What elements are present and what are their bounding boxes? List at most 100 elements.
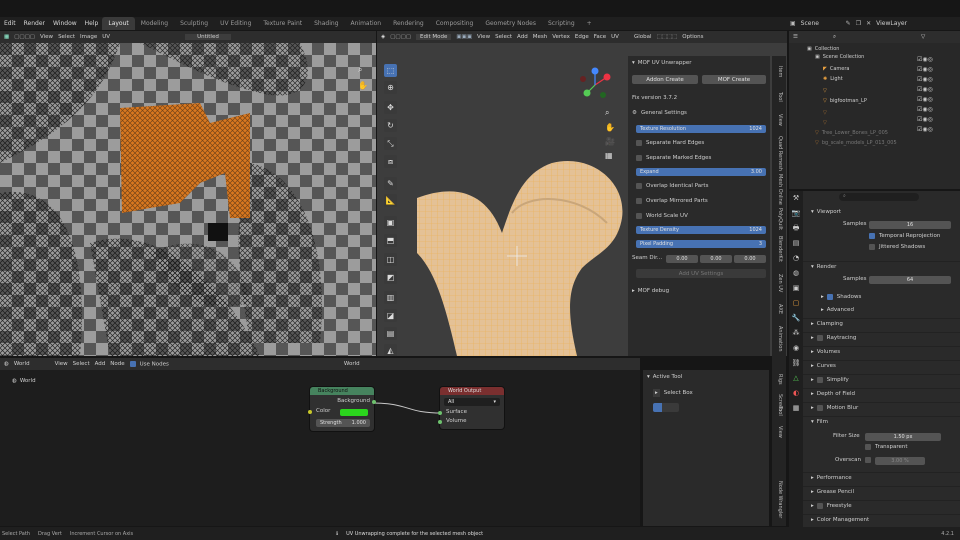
tab-layout[interactable]: Layout: [102, 17, 135, 30]
tab-quad-remesh[interactable]: Quad Remesh: [777, 136, 783, 171]
color-swatch[interactable]: [340, 409, 368, 416]
texture-density-field[interactable]: Texture Density 1024: [636, 226, 766, 234]
seam-y-field[interactable]: 0.00: [700, 255, 732, 263]
viewport-menu-add[interactable]: Add: [517, 34, 528, 40]
tab-blenderkit[interactable]: BlenderKit: [777, 236, 783, 262]
tab-tool[interactable]: Tool: [777, 92, 783, 102]
constraints-tab-icon[interactable]: ⛓: [789, 356, 803, 371]
viewport-menu-face[interactable]: Face: [594, 34, 606, 40]
seam-z-field[interactable]: 0.00: [734, 255, 766, 263]
texture-tab-icon[interactable]: ▦: [789, 401, 803, 416]
filter-size-field[interactable]: 1.50 px: [865, 433, 941, 441]
tab-sculpting[interactable]: Sculpting: [174, 17, 214, 30]
outliner-search-icon[interactable]: ⌕: [833, 34, 836, 41]
measure-tool[interactable]: 📐: [384, 194, 397, 207]
options-dropdown[interactable]: Options: [682, 34, 703, 40]
modifier-tab-icon[interactable]: 🔧: [789, 311, 803, 326]
mof-panel-header[interactable]: ▾ MOF UV Unwrapper: [632, 60, 692, 66]
tab-item[interactable]: Item: [777, 66, 783, 77]
tab-tool-2[interactable]: Tool: [777, 406, 783, 416]
world-scale-checkbox[interactable]: World Scale UV: [636, 213, 688, 219]
overlap-mirrored-checkbox[interactable]: Overlap Mirrored Parts: [636, 198, 708, 204]
uv-canvas[interactable]: [0, 43, 376, 356]
viewport-section[interactable]: ▾ Viewport: [803, 206, 960, 217]
mode-dropdown[interactable]: Edit Mode: [416, 34, 452, 40]
tab-zen-uv[interactable]: Zen UV: [777, 274, 783, 292]
seam-x-field[interactable]: 0.00: [666, 255, 698, 263]
tab-rendering[interactable]: Rendering: [387, 17, 430, 30]
render-samples-field[interactable]: 64: [869, 276, 951, 284]
image-name-field[interactable]: Untitled: [185, 34, 231, 40]
tab-polyquilt[interactable]: PolyQuilt: [777, 208, 783, 230]
inset-tool[interactable]: ◫: [384, 253, 397, 266]
annotate-tool[interactable]: ✎: [384, 177, 397, 190]
render-section[interactable]: ▾ Render: [803, 261, 960, 272]
viewport-menu-uv[interactable]: UV: [611, 34, 619, 40]
world-output-node[interactable]: World Output All ▾ Surface Volume: [438, 387, 504, 429]
outliner-type-icon[interactable]: ☰: [793, 34, 798, 40]
physics-tab-icon[interactable]: ◉: [789, 341, 803, 356]
performance-section[interactable]: ▸ Performance: [803, 472, 960, 483]
move-tool[interactable]: ✥: [384, 101, 397, 114]
zoom-icon[interactable]: ⌕: [358, 65, 362, 75]
filter-icon[interactable]: ▽: [921, 34, 925, 40]
film-section[interactable]: ▾ Film: [803, 416, 960, 427]
view-layer-tab-icon[interactable]: ▤: [789, 236, 803, 251]
tab-axe[interactable]: AXE: [777, 304, 783, 314]
expand-field[interactable]: Expand 3.00: [636, 168, 766, 176]
color-management-section[interactable]: ▸ Color Management: [803, 514, 960, 525]
select-mode-icons[interactable]: ▢▢▢▢: [390, 34, 411, 40]
pixel-padding-field[interactable]: Pixel Padding 3: [636, 240, 766, 248]
uv-menu-image[interactable]: Image: [80, 34, 97, 40]
vertex-edge-face-icons[interactable]: ▣▣▣: [456, 34, 472, 40]
pan-hand-icon[interactable]: ✋: [605, 123, 615, 132]
tab-mesh-online[interactable]: Mesh Online: [777, 174, 783, 205]
menu-edit[interactable]: Edit: [0, 20, 20, 27]
target-dropdown[interactable]: All ▾: [444, 398, 500, 406]
motion-blur-section[interactable]: ▸ Motion Blur: [803, 402, 960, 413]
tab-view-2[interactable]: View: [777, 426, 783, 438]
viewport-menu-view[interactable]: View: [477, 34, 490, 40]
menu-render[interactable]: Render: [20, 20, 49, 27]
object-tab-icon[interactable]: ▢: [789, 296, 803, 311]
add-workspace-button[interactable]: +: [581, 17, 598, 30]
render-tab-icon[interactable]: 📷: [789, 206, 803, 221]
viewport-samples-field[interactable]: 16: [869, 221, 951, 229]
volumes-section[interactable]: ▸ Volumes: [803, 346, 960, 357]
spin-tool[interactable]: ◭: [384, 344, 397, 356]
collection-tab-icon[interactable]: ▣: [789, 281, 803, 296]
active-tool-header[interactable]: ▾ Active Tool: [647, 374, 682, 380]
overlap-identical-checkbox[interactable]: Overlap Identical Parts: [636, 183, 708, 189]
tab-animation[interactable]: Animation: [345, 17, 388, 30]
tool-tab-icon[interactable]: ⚒: [789, 191, 803, 206]
rotate-tool[interactable]: ↻: [384, 119, 397, 132]
navigation-gizmo[interactable]: [577, 67, 613, 103]
select-box-tool[interactable]: ⬚: [384, 64, 397, 77]
grease-pencil-section[interactable]: ▸ Grease Pencil: [803, 486, 960, 497]
snap-icons[interactable]: ⬚⬚⬚⬚: [657, 34, 678, 40]
viewport-type-icon[interactable]: ◈: [381, 34, 385, 40]
texture-resolution-field[interactable]: Texture Resolution 1024: [636, 125, 766, 133]
zoom-icon[interactable]: ⌕: [605, 108, 609, 118]
scale-tool[interactable]: ⤡: [384, 137, 397, 150]
overscan-checkbox[interactable]: Overscan: [835, 457, 875, 463]
viewport-menu-edge[interactable]: Edge: [575, 34, 589, 40]
grid-view-icon[interactable]: ▦: [605, 151, 613, 160]
poly-build-tool[interactable]: ▤: [384, 327, 397, 340]
advanced-subsection[interactable]: ▸ Advanced: [813, 304, 960, 315]
cursor-tool[interactable]: ⊕: [384, 81, 397, 94]
overscan-field[interactable]: 3.00 %: [875, 457, 925, 465]
viewport-menu-vertex[interactable]: Vertex: [552, 34, 570, 40]
bg-scale-item[interactable]: ▽ bg_scale_models_LP_013_005: [789, 139, 960, 147]
scene-tab-icon[interactable]: ◔: [789, 251, 803, 266]
knife-tool[interactable]: ◪: [384, 309, 397, 322]
tab-view[interactable]: View: [777, 114, 783, 126]
background-node[interactable]: Background Background Color Strength 1.00…: [308, 387, 376, 431]
separate-hard-edges-checkbox[interactable]: Separate Hard Edges: [636, 140, 704, 146]
orientation-dropdown[interactable]: Global: [634, 34, 652, 40]
scene-label[interactable]: Scene: [801, 20, 841, 27]
transparent-checkbox[interactable]: Transparent: [865, 444, 908, 450]
tab-geometry-nodes[interactable]: Geometry Nodes: [479, 17, 542, 30]
mof-create-button[interactable]: MOF Create: [702, 75, 766, 84]
tab-texture-paint[interactable]: Texture Paint: [257, 17, 308, 30]
